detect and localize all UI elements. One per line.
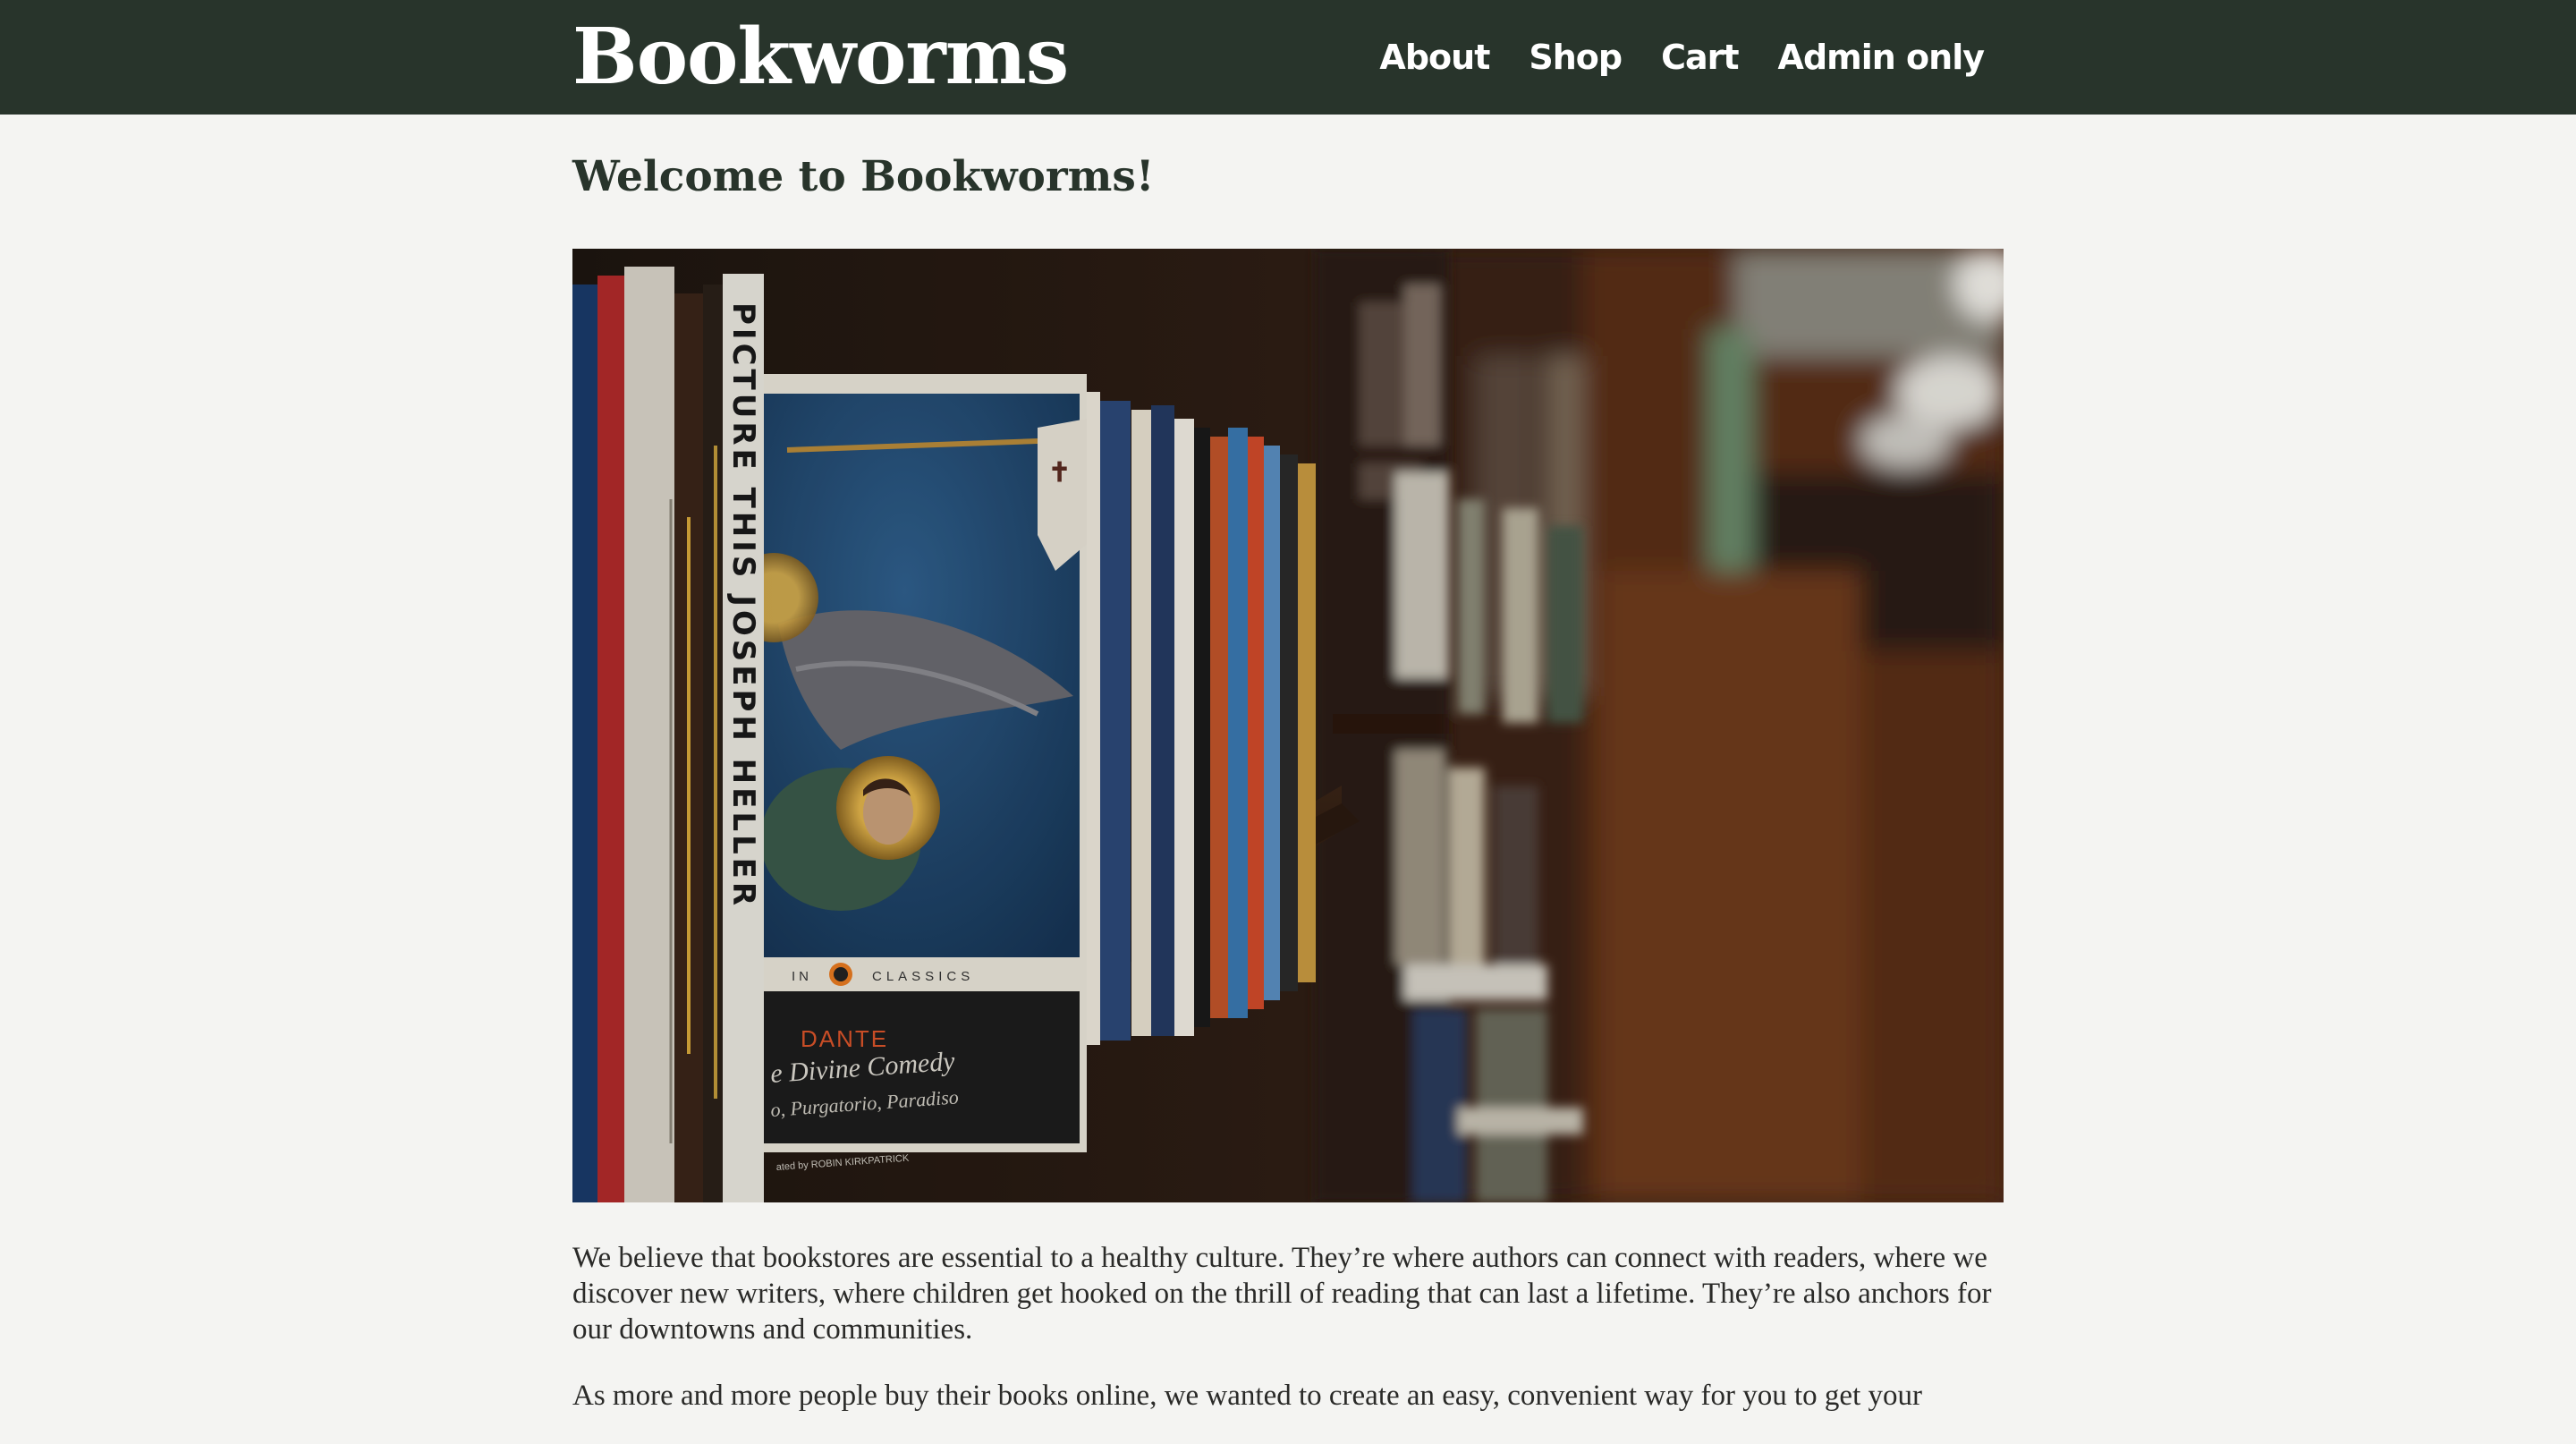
hero-image: ✝ IN CLASSICS DANTE e Divine Comedy o, P… — [572, 249, 2004, 1202]
intro-paragraph: As more and more people buy their books … — [572, 1380, 1922, 1412]
nav-link-admin[interactable]: Admin only — [1778, 38, 1985, 77]
intro-paragraph: We believe that bookstores are essential… — [572, 1242, 1992, 1346]
nav-link-about[interactable]: About — [1379, 38, 1490, 77]
page-title: Welcome to Bookworms! — [572, 152, 1155, 201]
nav-link-cart[interactable]: Cart — [1661, 38, 1739, 77]
site-header: Bookworms About Shop Cart Admin only — [0, 0, 2576, 115]
intro-copy: We believe that bookstores are essential… — [572, 1240, 2004, 1444]
nav-link-shop[interactable]: Shop — [1529, 38, 1623, 77]
site-logo[interactable]: Bookworms — [572, 5, 1069, 109]
main-nav: About Shop Cart Admin only — [1379, 0, 1985, 115]
